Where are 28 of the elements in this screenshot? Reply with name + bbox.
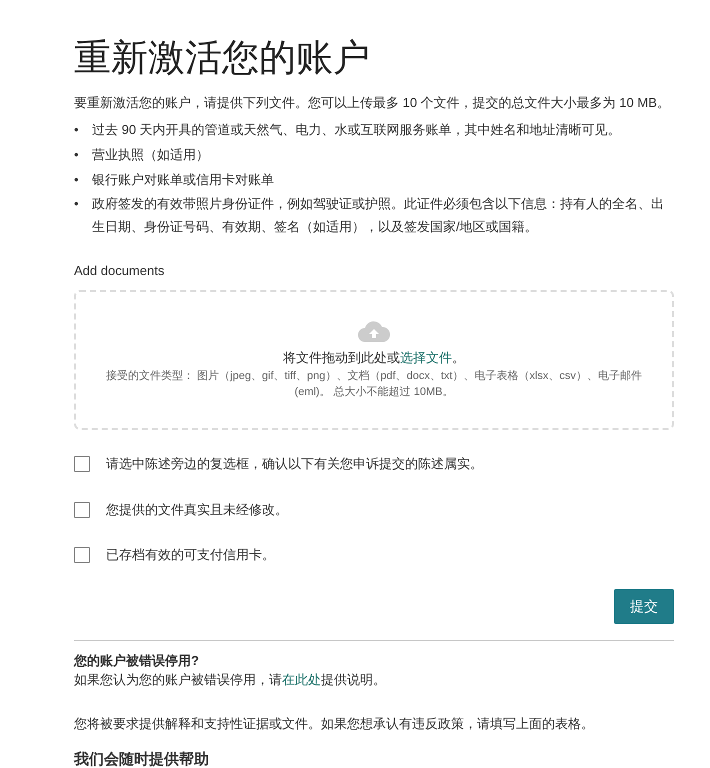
upload-cloud-icon	[357, 320, 391, 344]
checkbox[interactable]	[74, 456, 90, 472]
here-link[interactable]: 在此处	[282, 672, 321, 688]
document-item: 政府签发的有效带照片身份证件，例如驾驶证或护照。此证件必须包含以下信息：持有人的全名、出生日期、身份证号码、有效期、签名（如适用），以及签发国家/地区或国籍。	[92, 195, 665, 236]
bullet-mark: •	[74, 146, 80, 164]
bullet-mark: •	[74, 121, 80, 140]
section-heading: 您的账户被错误停用?	[74, 652, 200, 670]
explanation-text: 如果您认为您的账户被错误停用，请在此处提供说明。	[74, 671, 387, 690]
document-item: 过去 90 天内开具的管道或天然气、电力、水或互联网服务账单，其中姓名和地址清晰可见。	[92, 121, 621, 140]
checkbox[interactable]	[74, 502, 90, 518]
help-heading: 我们会随时提供帮助	[74, 750, 210, 768]
bullet-mark: •	[74, 195, 80, 214]
statement-label: 已存档有效的可支付信用卡。	[106, 546, 275, 564]
note-text: 您将被要求提供解释和支持性证据或文件。如果您想承认有违反政策，请填写上面的表格。	[74, 714, 595, 733]
document-item: 银行账户对账单或信用卡对账单	[92, 170, 274, 189]
bullet-mark: •	[74, 170, 80, 189]
page-title: 重新激活您的账户	[74, 36, 371, 80]
statement-label: 请选中陈述旁边的复选框，确认以下有关您申诉提交的陈述属实。	[106, 455, 483, 474]
drop-prompt: 将文件拖动到此处或选择文件。	[283, 349, 465, 368]
accepted-types-text: 接受的文件类型： 图片（jpeg、gif、tiff、png）、文档（pdf、docx、txt）、电子表格（xlsx、csv）、电子邮件 (eml)。 总大小不能超过 10MB。	[105, 368, 643, 400]
statement-label: 您提供的文件真实且未经修改。	[106, 500, 288, 519]
upload-label: Add documents	[74, 262, 166, 280]
drop-zone[interactable]: 将文件拖动到此处或选择文件。 接受的文件类型： 图片（jpeg、gif、tiff、png）、文档（pdf、docx、txt）、电子表格（xlsx、csv）、电子邮件 (eml)。 总大小不能超过 10MB。	[74, 290, 674, 430]
submit-button[interactable]: 提交	[614, 588, 674, 624]
document-item: 营业执照（如适用）	[92, 146, 209, 164]
choose-file-link[interactable]: 选择文件	[400, 350, 452, 366]
intro-text: 要重新激活您的账户，请提供下列文件。您可以上传最多 10 个文件，提交的总文件大小最多为 10 MB。	[74, 94, 671, 112]
checkbox[interactable]	[74, 547, 90, 564]
